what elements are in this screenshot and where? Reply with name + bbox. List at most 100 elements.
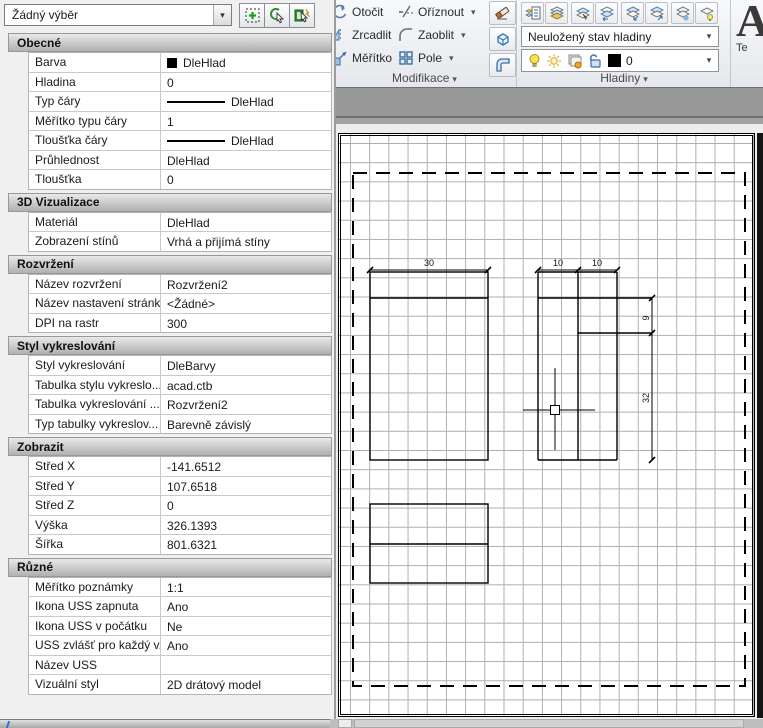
property-value[interactable]: 107.6518 <box>161 477 331 496</box>
property-value-text: Rozvržení2 <box>167 398 228 412</box>
property-value[interactable]: 300 <box>161 314 331 333</box>
fillet-button[interactable]: Zaoblit <box>398 25 466 45</box>
layer-properties-icon <box>525 5 541 21</box>
property-value-text: DleHlad <box>167 154 210 168</box>
erase-button[interactable] <box>489 1 516 25</box>
plot-margin-dashed <box>353 173 745 686</box>
property-value-text: acad.ctb <box>167 379 212 393</box>
property-value[interactable]: <Žádné> <box>161 294 331 313</box>
property-value[interactable]: DleHlad <box>161 53 331 72</box>
property-value-text: 0 <box>167 499 174 513</box>
property-value[interactable]: Ano <box>161 597 331 616</box>
property-label: Střed X <box>29 457 161 476</box>
section-rows: Styl vykreslováníDleBarvyTabulka stylu v… <box>28 355 332 434</box>
pickadd-toggle-button[interactable] <box>239 3 265 28</box>
property-value[interactable]: DleHlad <box>161 92 331 111</box>
property-value[interactable]: 326.1393 <box>161 516 331 535</box>
scale-button[interactable]: Měřítko <box>332 48 392 68</box>
mirror-button[interactable]: Zrcadlit <box>332 25 391 45</box>
property-value[interactable]: Barevně závislý <box>161 415 331 434</box>
layer-match-button[interactable] <box>545 2 568 24</box>
property-label: Název nastavení stránky <box>29 294 161 313</box>
layer-match-icon <box>549 5 565 21</box>
quick-select-button[interactable] <box>289 3 315 28</box>
property-value-text: Rozvržení2 <box>167 278 228 292</box>
object-bottom-rectangle[interactable] <box>370 504 488 583</box>
property-value[interactable]: Vrhá a přijímá stíny <box>161 232 331 251</box>
section: RozvrženíNázev rozvrženíRozvržení2Název … <box>0 255 332 334</box>
section-header[interactable]: Rozvržení <box>8 255 332 274</box>
array-icon <box>398 50 414 66</box>
layer-isolate-icon <box>625 5 641 21</box>
mtext-big-a-icon[interactable]: A <box>736 0 763 42</box>
selection-combo[interactable]: Žádný výběr <box>4 4 232 26</box>
property-label: Ikona USS v počátku <box>29 617 161 636</box>
property-value[interactable]: DleBarvy <box>161 356 331 375</box>
ribbon: Otočit Oříznout Zrcadlit <box>330 0 763 87</box>
trim-icon <box>398 4 414 20</box>
section-header[interactable]: Styl vykreslování <box>8 336 332 355</box>
modify-panel-footer[interactable]: Modifikace <box>332 71 517 85</box>
property-value[interactable]: Ano <box>161 636 331 655</box>
property-value[interactable]: DleHlad <box>161 131 331 150</box>
layer-combo[interactable]: 0 <box>521 49 719 72</box>
property-label: Měřítko poznámky <box>29 578 161 597</box>
layer-thaw-sun-icon <box>546 53 562 69</box>
scrollbar-left-button[interactable] <box>338 719 352 728</box>
property-value[interactable]: Rozvržení2 <box>161 395 331 414</box>
property-value[interactable]: Rozvržení2 <box>161 275 331 294</box>
object-left-rectangle[interactable] <box>370 272 488 460</box>
property-row: MateriálDleHlad <box>29 212 331 232</box>
property-label: Tabulka stylu vykreslo... <box>29 376 161 395</box>
section-header[interactable]: Obecné <box>8 33 332 52</box>
section-header[interactable]: 3D Vizualizace <box>8 193 332 212</box>
property-label: Hladina <box>29 73 161 92</box>
property-value[interactable]: acad.ctb <box>161 376 331 395</box>
property-row: Šířka801.6321 <box>29 534 331 554</box>
select-objects-button[interactable] <box>264 3 290 28</box>
layer-make-current-button[interactable] <box>571 2 594 24</box>
property-value[interactable]: 0 <box>161 170 331 189</box>
trim-button[interactable]: Oříznout <box>398 2 476 22</box>
explode-button[interactable] <box>489 27 516 51</box>
dim-text-30: 30 <box>424 258 434 268</box>
layer-off-button[interactable] <box>695 2 718 24</box>
layers-panel-footer[interactable]: Hladiny <box>518 71 730 85</box>
property-value-text: Barevně závislý <box>167 418 251 432</box>
ribbon-bottom-bar <box>330 87 763 124</box>
property-label: Vizuální styl <box>29 675 161 694</box>
scrollbar-thumb[interactable] <box>354 719 744 728</box>
property-value[interactable]: 0 <box>161 496 331 515</box>
array-button[interactable]: Pole <box>398 48 454 68</box>
layer-previous-button[interactable] <box>595 2 618 24</box>
property-value[interactable]: 1 <box>161 112 331 131</box>
layer-unisolate-button[interactable] <box>645 2 668 24</box>
property-row: Střed Z0 <box>29 495 331 515</box>
property-value[interactable]: -141.6512 <box>161 457 331 476</box>
property-row: PrůhlednostDleHlad <box>29 150 331 170</box>
property-value[interactable]: Ne <box>161 617 331 636</box>
property-row: Střed Y107.6518 <box>29 476 331 496</box>
property-value[interactable] <box>161 656 331 675</box>
layer-properties-button[interactable] <box>521 2 544 24</box>
section-header[interactable]: Různé <box>8 558 332 577</box>
offpaper-background <box>757 133 763 718</box>
horizontal-scrollbar[interactable] <box>330 719 763 728</box>
property-label: Zobrazení stínů <box>29 232 161 251</box>
layer-freeze-button[interactable] <box>671 2 694 24</box>
dim-text-9: 9 <box>641 315 651 320</box>
property-value[interactable]: 0 <box>161 73 331 92</box>
layout-canvas[interactable]: 30 10 10 <box>330 124 763 719</box>
paper-sheet[interactable]: 30 10 10 <box>338 133 755 717</box>
layer-state-combo[interactable]: Neuložený stav hladiny <box>521 26 719 47</box>
property-value[interactable]: 2D drátový model <box>161 675 331 694</box>
property-value[interactable]: 801.6321 <box>161 535 331 554</box>
section-header[interactable]: Zobrazit <box>8 437 332 456</box>
property-value[interactable]: DleHlad <box>161 151 331 170</box>
property-value[interactable]: 1:1 <box>161 578 331 597</box>
property-value[interactable]: DleHlad <box>161 213 331 232</box>
property-row: Název rozvrženíRozvržení2 <box>29 274 331 294</box>
rotate-button[interactable]: Otočit <box>332 2 383 22</box>
layer-isolate-button[interactable] <box>621 2 644 24</box>
section-rows: Měřítko poznámky1:1Ikona USS zapnutaAnoI… <box>28 577 332 695</box>
